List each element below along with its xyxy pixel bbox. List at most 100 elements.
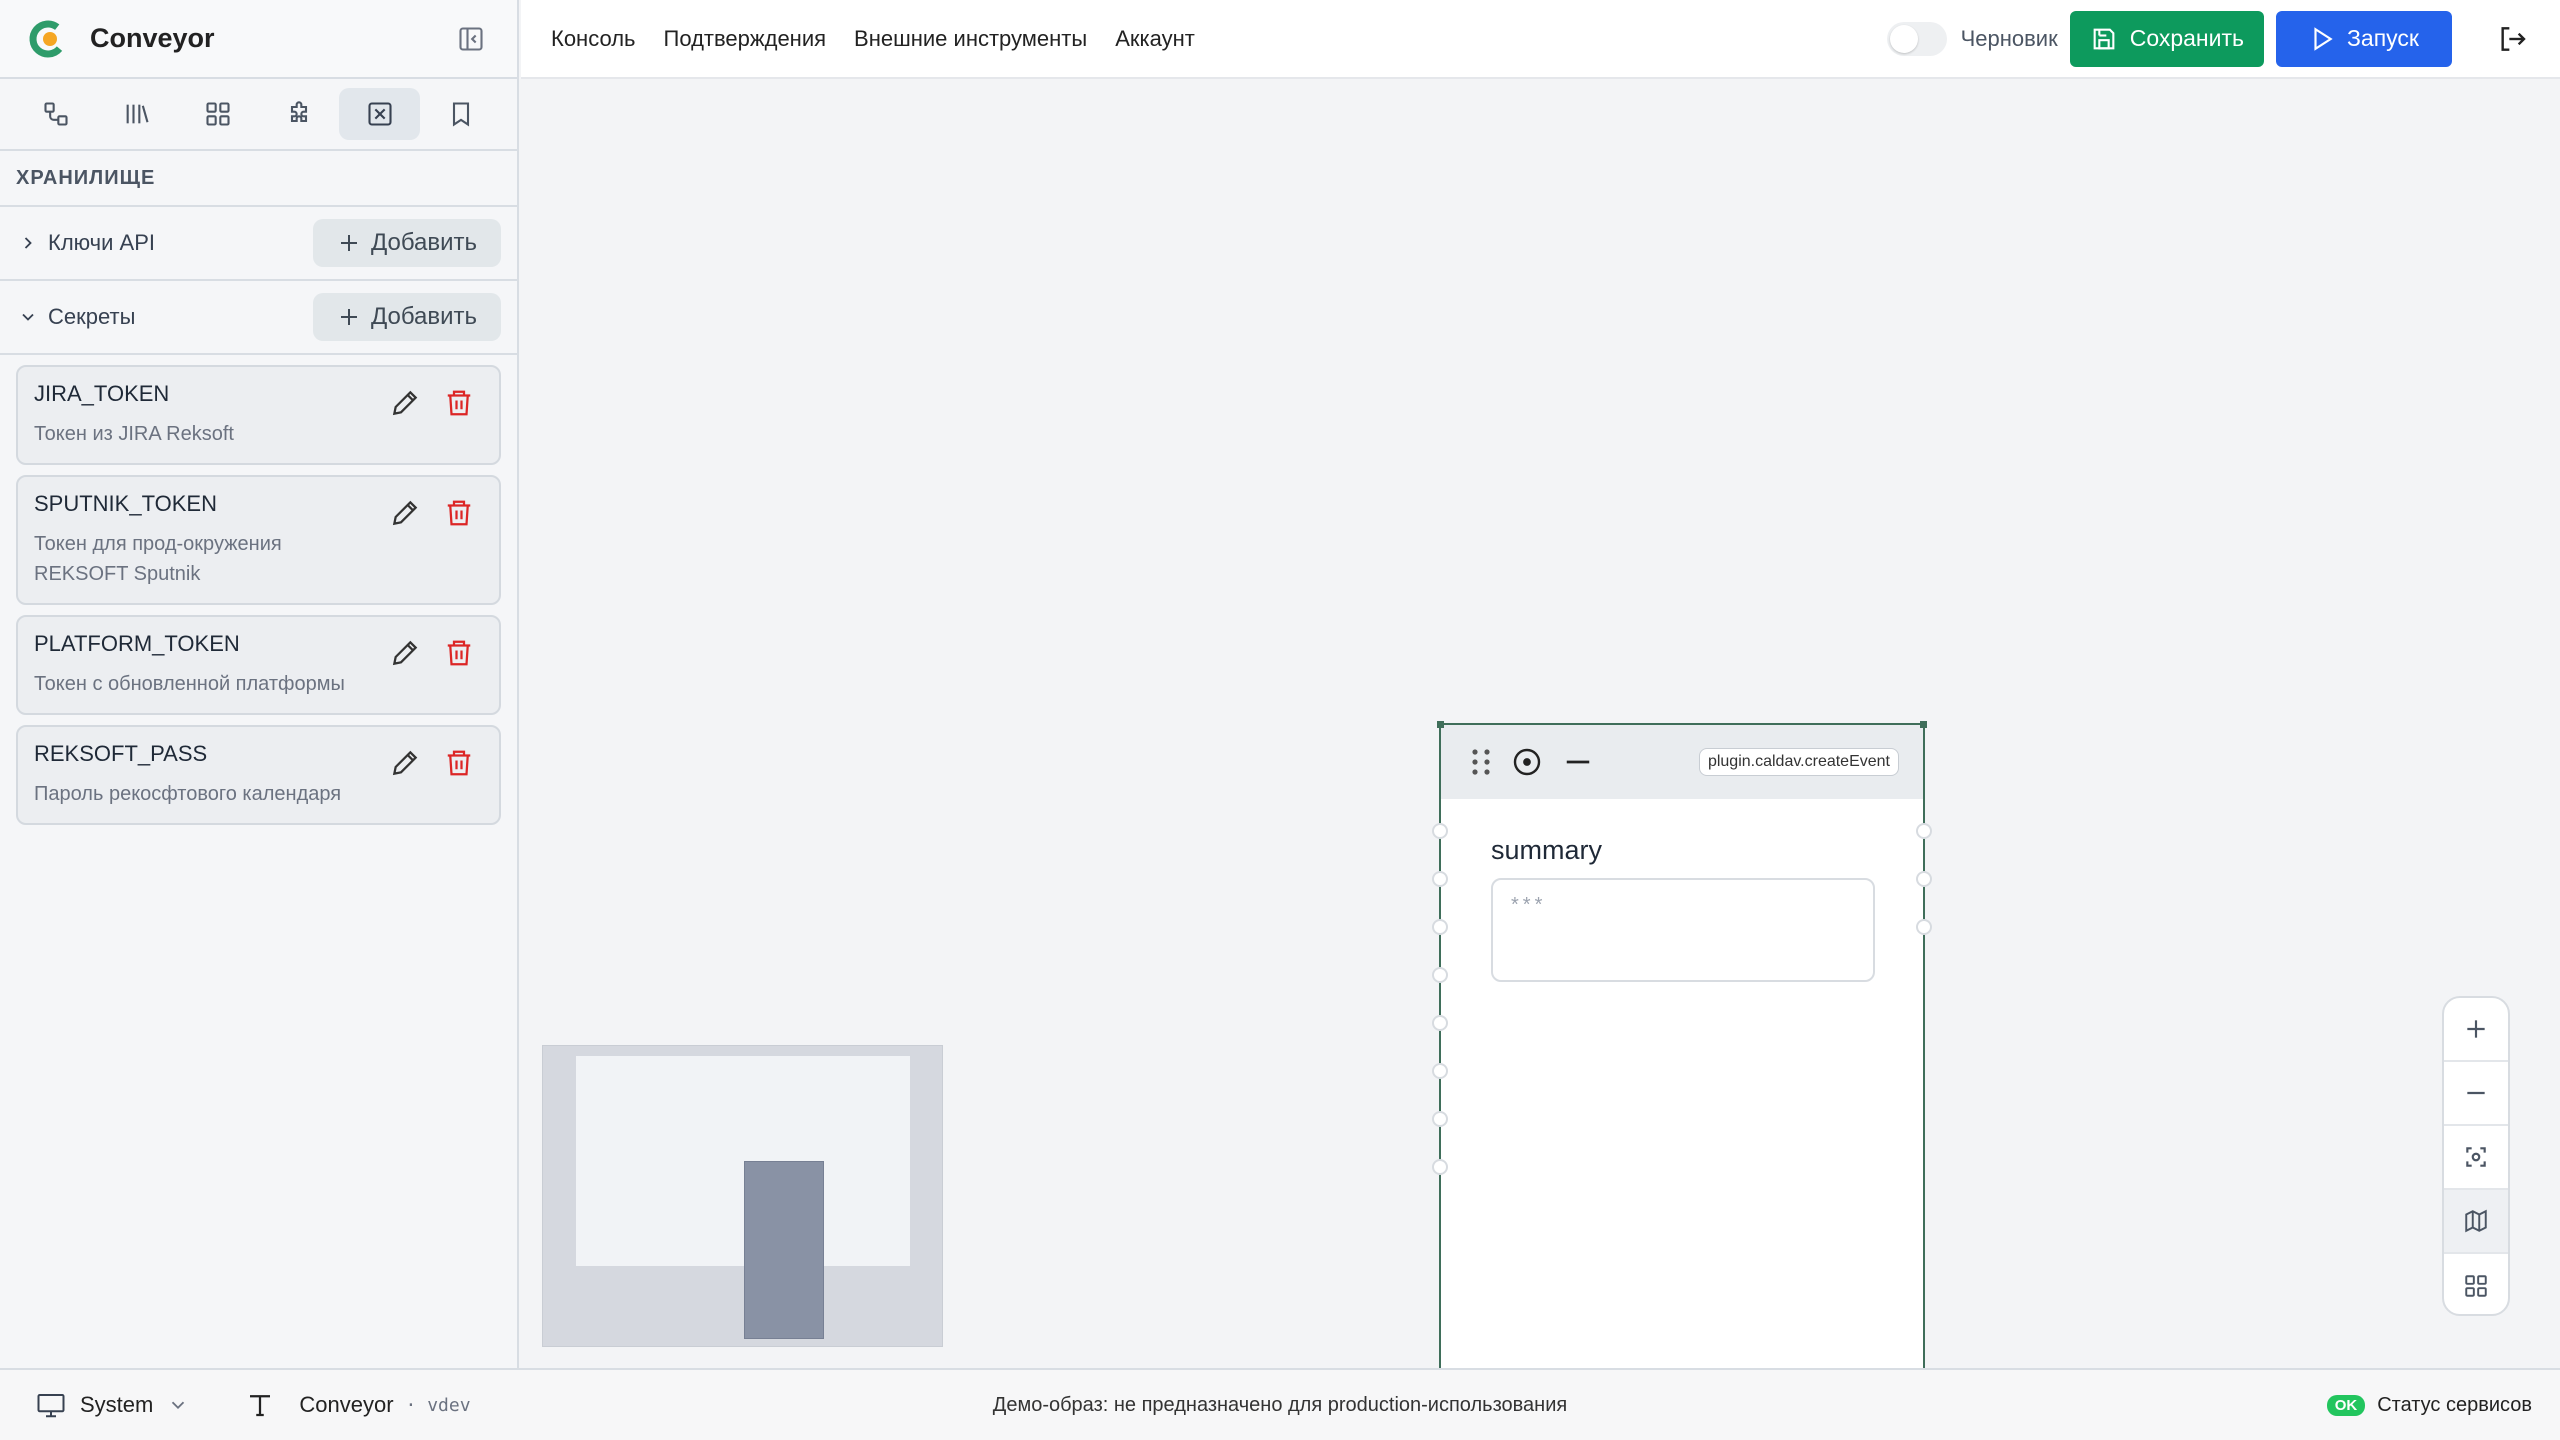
conveyor-logo xyxy=(28,19,68,59)
tab-library[interactable] xyxy=(97,88,178,140)
vault-icon xyxy=(368,102,392,126)
input-handle[interactable] xyxy=(1432,919,1448,935)
add-api-key-button[interactable]: Добавить xyxy=(313,219,501,267)
input-handle[interactable] xyxy=(1432,1111,1448,1127)
puzzle-icon xyxy=(290,101,307,123)
plus-icon xyxy=(340,235,357,251)
nav-account[interactable]: Аккаунт xyxy=(1115,26,1195,52)
tab-flow[interactable] xyxy=(16,88,97,140)
tab-bookmarks[interactable] xyxy=(420,88,501,140)
secret-card[interactable]: PLATFORM_TOKEN Токен с обновленной платф… xyxy=(16,615,501,715)
minus-icon xyxy=(2467,1091,2485,1095)
summary-input[interactable]: *** xyxy=(1491,878,1875,982)
footer-version: · vdev xyxy=(405,1394,471,1416)
add-secret-button[interactable]: Добавить xyxy=(313,293,501,341)
tab-vault[interactable] xyxy=(339,88,421,140)
library-icon xyxy=(126,104,149,124)
topbar: Консоль Подтверждения Внешние инструмент… xyxy=(521,0,2560,79)
edit-icon[interactable] xyxy=(387,635,423,671)
secret-card[interactable]: JIRA_TOKEN Токен из JIRA Reksoft xyxy=(16,365,501,465)
flow-canvas[interactable]: plugin.caldav.createEvent summary *** xyxy=(521,81,2560,1368)
edit-icon[interactable] xyxy=(387,385,423,421)
toggle-minimap-button[interactable] xyxy=(2444,1190,2508,1254)
resize-handle[interactable] xyxy=(1437,721,1444,728)
draft-label: Черновик xyxy=(1960,25,2058,51)
grid-icon xyxy=(206,102,230,126)
status-badge: OK xyxy=(2326,1394,2366,1416)
save-icon xyxy=(2093,28,2115,49)
minimap-viewport xyxy=(576,1056,910,1266)
nav-console[interactable]: Консоль xyxy=(551,26,636,52)
group-label: Ключи API xyxy=(48,230,155,255)
section-title: ХРАНИЛИЩЕ xyxy=(0,151,517,207)
input-handle[interactable] xyxy=(1432,871,1448,887)
secret-description: Токен с обновленной платформы xyxy=(34,673,345,695)
sidebar: Conveyor ХРАНИЛИЩЕ Ключи API Добавить Се… xyxy=(0,0,519,1368)
flow-icon xyxy=(44,102,68,126)
drag-handle-icon[interactable] xyxy=(1471,748,1491,776)
input-handle[interactable] xyxy=(1432,1159,1448,1175)
group-api-keys[interactable]: Ключи API Добавить xyxy=(0,207,517,281)
chevron-down-icon xyxy=(172,1401,185,1410)
output-handle[interactable] xyxy=(1916,871,1932,887)
app-title: Conveyor xyxy=(90,23,215,53)
tab-plugins[interactable] xyxy=(258,88,339,140)
layout-button[interactable] xyxy=(2444,1254,2508,1314)
chevron-right-icon xyxy=(18,233,38,253)
map-icon xyxy=(2465,1209,2487,1233)
tab-grid[interactable] xyxy=(178,88,259,140)
sidebar-tabs xyxy=(0,79,517,151)
footer-title: Conveyor xyxy=(299,1392,394,1417)
theme-selector[interactable]: System xyxy=(36,1390,189,1420)
secret-description: Токен из JIRA Reksoft xyxy=(34,423,234,445)
input-handle[interactable] xyxy=(1432,823,1448,839)
node-type-badge: plugin.caldav.createEvent xyxy=(1698,748,1899,776)
group-secrets[interactable]: Секреты Добавить xyxy=(0,281,517,355)
sidebar-header: Conveyor xyxy=(0,0,517,79)
input-handle[interactable] xyxy=(1432,967,1448,983)
delete-icon[interactable] xyxy=(441,385,477,421)
zoom-out-button[interactable] xyxy=(2444,1062,2508,1126)
plus-icon xyxy=(2467,1020,2485,1038)
delete-icon[interactable] xyxy=(441,635,477,671)
input-handle[interactable] xyxy=(1432,1015,1448,1031)
theme-label: System xyxy=(80,1392,154,1417)
zoom-in-button[interactable] xyxy=(2444,998,2508,1062)
minus-icon[interactable] xyxy=(1563,747,1593,777)
target-icon[interactable] xyxy=(1511,746,1543,778)
plus-icon xyxy=(340,309,357,325)
grid-icon xyxy=(2465,1275,2487,1297)
save-button[interactable]: Сохранить xyxy=(2069,10,2264,67)
minimap[interactable] xyxy=(542,1045,943,1347)
field-label: summary xyxy=(1491,835,1603,865)
minimap-node xyxy=(744,1161,824,1339)
nav-approvals[interactable]: Подтверждения xyxy=(664,26,827,52)
edit-icon[interactable] xyxy=(387,495,423,531)
group-label: Секреты xyxy=(48,304,136,329)
run-label: Запуск xyxy=(2347,25,2419,51)
footer-app: Conveyor · vdev xyxy=(245,1390,471,1420)
input-handle[interactable] xyxy=(1432,1063,1448,1079)
secret-card[interactable]: REKSOFT_PASS Пароль рекосфтового календа… xyxy=(16,725,501,825)
fit-view-button[interactable] xyxy=(2444,1126,2508,1190)
run-button[interactable]: Запуск xyxy=(2276,10,2452,67)
flow-node[interactable]: plugin.caldav.createEvent summary *** xyxy=(1432,721,1932,1368)
play-icon xyxy=(2314,26,2333,51)
service-status[interactable]: OK Статус сервисов xyxy=(2326,1394,2532,1417)
bookmark-icon xyxy=(452,102,469,127)
output-handle[interactable] xyxy=(1916,919,1932,935)
delete-icon[interactable] xyxy=(441,495,477,531)
focus-icon xyxy=(2466,1147,2486,1167)
nav-external-tools[interactable]: Внешние инструменты xyxy=(854,26,1087,52)
secrets-list: JIRA_TOKEN Токен из JIRA Reksoft SPUTNIK… xyxy=(0,355,517,845)
delete-icon[interactable] xyxy=(441,745,477,781)
edit-icon[interactable] xyxy=(387,745,423,781)
output-handle[interactable] xyxy=(1916,823,1932,839)
secret-card[interactable]: SPUTNIK_TOKEN Токен для прод-окружения R… xyxy=(16,475,501,605)
resize-handle[interactable] xyxy=(1920,721,1927,728)
secret-description: Пароль рекосфтового календаря xyxy=(34,783,342,805)
draft-toggle[interactable] xyxy=(1886,21,1947,56)
logout-icon[interactable] xyxy=(2492,19,2532,59)
collapse-sidebar-icon[interactable] xyxy=(453,21,489,57)
add-label: Добавить xyxy=(370,303,478,330)
